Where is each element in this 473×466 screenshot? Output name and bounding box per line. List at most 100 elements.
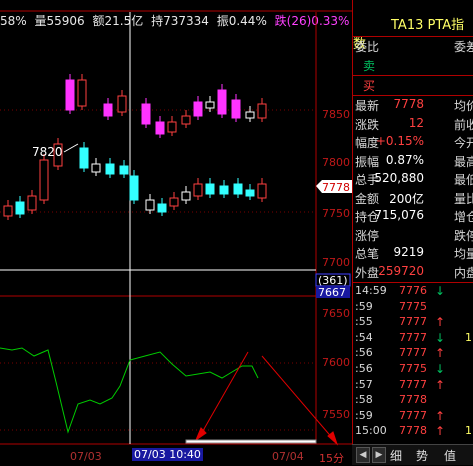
candle-body: [167, 121, 177, 133]
panel-sep-3: [352, 95, 473, 96]
candle-body: [117, 95, 127, 113]
quote-value: +0.15%: [375, 134, 424, 148]
quote-row: 最新 7778 均价: [353, 97, 473, 116]
current-price-text: 7778: [322, 181, 350, 194]
panel-sep-4: [352, 282, 473, 283]
tick-time: :59: [355, 299, 373, 313]
quote-value: 12: [408, 115, 424, 130]
indicator-line: [0, 347, 259, 434]
candle-body: [181, 191, 191, 201]
price-tick-label: 7700: [322, 256, 350, 269]
chart-canvas: 7820 7850780077507700765076007550 7778 (…: [0, 10, 352, 446]
candle-body: [145, 199, 155, 211]
price-tick-label: 7850: [322, 108, 350, 121]
x-label-next-date: 07/04: [272, 450, 304, 463]
tick-row: :54 7777 ↓ 1: [352, 331, 473, 347]
tick-price: 7776: [399, 284, 427, 297]
tick-arrow: ↑: [435, 424, 446, 439]
label-weicha: 委差: [454, 40, 473, 54]
tick-time: 15:00: [355, 424, 387, 438]
quote-row: 涨停 跌停: [353, 227, 473, 246]
quote-label-right: 跌停: [454, 228, 473, 243]
row-buy: 买: [353, 77, 473, 96]
tick-time: :57: [355, 377, 373, 391]
tick-row: :55 7777 ↑: [352, 315, 473, 331]
tab-scroll-left-button[interactable]: ◀: [356, 447, 370, 463]
tick-arrow: ↓: [435, 362, 446, 376]
quote-row: 涨跌 12 前收: [353, 116, 473, 135]
quote-label: 最新: [355, 99, 380, 113]
candle-body: [193, 183, 203, 197]
tab-trend[interactable]: 势: [416, 447, 428, 463]
candle-body: [15, 201, 25, 215]
price-tick-label: 7650: [322, 307, 350, 320]
tick-row: :58 7778: [352, 393, 473, 409]
quote-value: 9219: [393, 245, 424, 259]
quote-label-right: 前收: [454, 117, 473, 132]
tick-volume: 1: [465, 424, 472, 438]
tick-price: 7777: [399, 346, 427, 360]
quote-row: 总手 520,880 最低: [353, 171, 473, 190]
tab-detail[interactable]: 细: [390, 447, 402, 463]
candle-body: [245, 111, 255, 119]
label-buy: 买: [363, 79, 376, 93]
tick-arrow: ↑: [435, 377, 446, 392]
tick-arrow: ↑: [435, 346, 446, 361]
candle-body: [27, 195, 37, 211]
candle-body: [193, 101, 203, 117]
quote-label: 涨跌: [355, 117, 380, 132]
tick-price: 7777: [399, 315, 427, 329]
tick-row: :59 7775: [352, 300, 473, 316]
quote-value: 259720: [378, 263, 424, 278]
tick-time: :59: [355, 408, 373, 422]
tab-scroll-right-button[interactable]: ▶: [372, 447, 386, 463]
tick-time: :56: [355, 362, 373, 375]
quote-row: 总笔 9219 均量: [353, 245, 473, 264]
quote-row: 金额 200亿 量比: [353, 190, 473, 209]
tick-row: 15:00 7778 ↑ 1: [352, 424, 473, 440]
quote-label-right: 增仓: [454, 210, 473, 224]
quote-label: 振幅: [355, 154, 380, 169]
quote-row: 幅度 +0.15% 今开: [353, 134, 473, 153]
tick-arrow: ↑: [435, 408, 446, 423]
quote-label-right: 最低: [454, 173, 473, 187]
panel-sep-1: [352, 36, 473, 37]
price-note-label: 7820: [32, 145, 63, 159]
candle-body: [77, 79, 87, 107]
candle-body: [217, 89, 227, 115]
candle-body: [103, 103, 113, 117]
tab-value[interactable]: 值: [444, 447, 456, 463]
price-tick-label: 7550: [322, 408, 350, 421]
candle-body: [205, 101, 215, 109]
tick-time: 14:59: [355, 284, 387, 297]
candle-body: [105, 163, 115, 175]
tick-time: :58: [355, 393, 373, 407]
candle-body: [205, 183, 215, 195]
quote-label-right: 今开: [454, 136, 473, 150]
quote-value: 0.87%: [385, 152, 424, 167]
candle-body: [169, 197, 179, 207]
panel-title: TA13 PTA指数: [353, 14, 473, 52]
tick-row: :56 7775 ↓: [352, 362, 473, 378]
candle-body: [141, 103, 151, 125]
quote-label-right: 量比: [454, 191, 473, 206]
row-weibi: 委比 委差: [353, 38, 473, 57]
tick-arrow: ↑: [435, 315, 446, 330]
tick-row: 14:59 7776 ↓: [352, 284, 473, 300]
candle-body: [129, 175, 139, 201]
tick-price: 7775: [399, 362, 427, 375]
price-tick-label: 7750: [322, 207, 350, 220]
label-weibi: 委比: [355, 40, 380, 54]
tick-price: 7777: [399, 377, 427, 391]
panel-tab-bar: ◀ ▶ 细 势 值: [352, 444, 473, 465]
quote-row: 外盘 259720 内盘: [353, 264, 473, 283]
row-sell: 卖: [353, 57, 473, 76]
tick-arrow: ↓: [435, 330, 446, 345]
quote-row: 持仓 715,076 增仓: [353, 208, 473, 227]
price-tick-label: 7600: [322, 356, 350, 369]
tick-price: 7777: [399, 330, 427, 344]
quote-value: 7778: [393, 97, 424, 111]
candle-body: [233, 183, 243, 195]
quote-label: 总笔: [355, 247, 380, 261]
candle-body: [157, 203, 167, 213]
